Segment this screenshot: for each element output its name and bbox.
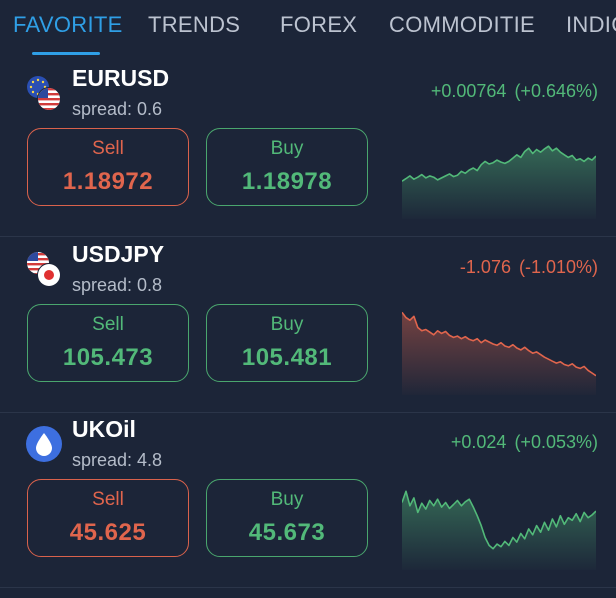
- buy-price: 45.673: [248, 519, 326, 546]
- tab-trends[interactable]: TRENDS: [148, 12, 240, 38]
- category-tabs: FAVORITE TRENDS FOREX COMMODITIE INDIC: [0, 0, 616, 60]
- buy-price: 1.18978: [241, 168, 333, 195]
- sell-price: 45.625: [69, 519, 147, 546]
- price-change-percent: (-1.010%): [518, 257, 598, 277]
- sell-button[interactable]: Sell 45.625: [27, 479, 189, 557]
- tab-favorite[interactable]: FAVORITE: [13, 12, 123, 38]
- price-change-percent: (+0.646%): [514, 81, 598, 101]
- buy-button[interactable]: Buy 45.673: [206, 479, 368, 557]
- active-tab-indicator: [32, 52, 100, 55]
- sell-button[interactable]: Sell 1.18972: [27, 128, 189, 206]
- tab-commodities[interactable]: COMMODITIE: [389, 12, 535, 38]
- price-change-percent: (+0.053%): [514, 432, 598, 452]
- price-change-absolute: -1.076: [459, 257, 511, 277]
- instrument-row-eurusd[interactable]: EURUSD spread: 0.6 +0.00764 (+0.646%) Sel…: [0, 61, 616, 237]
- instrument-symbol: USDJPY: [72, 241, 165, 267]
- app-root: FAVORITE TRENDS FOREX COMMODITIE INDIC: [0, 0, 616, 598]
- price-sparkline: [402, 311, 596, 395]
- price-sparkline: [402, 145, 596, 219]
- price-change-absolute: +0.00764: [430, 81, 507, 101]
- price-change: -1.076 (-1.010%): [460, 257, 598, 278]
- usd-jpy-flags-icon: [27, 252, 61, 287]
- sell-label: Sell: [92, 138, 124, 159]
- eur-usd-flags-icon: [27, 76, 61, 111]
- instrument-row-ukoil[interactable]: UKOil spread: 4.8 +0.024 (+0.053%) Sell 4…: [0, 412, 616, 588]
- price-change: +0.00764 (+0.646%): [431, 81, 598, 102]
- tab-forex[interactable]: FOREX: [280, 12, 357, 38]
- spread-value: spread: 0.6: [72, 99, 163, 119]
- sparkline-area: [402, 312, 596, 395]
- buy-label: Buy: [270, 489, 304, 510]
- sell-price: 1.18972: [62, 168, 154, 195]
- tab-indices[interactable]: INDIC: [566, 12, 616, 38]
- instrument-row-usdjpy[interactable]: USDJPY spread: 0.8 -1.076 (-1.010%) Sell …: [0, 237, 616, 413]
- sell-button[interactable]: Sell 105.473: [27, 304, 189, 382]
- spread-value: spread: 4.8: [72, 450, 163, 470]
- spread-value: spread: 0.8: [72, 275, 163, 295]
- sell-price: 105.473: [62, 344, 154, 371]
- buy-label: Buy: [270, 314, 304, 335]
- buy-button[interactable]: Buy 1.18978: [206, 128, 368, 206]
- buy-button[interactable]: Buy 105.481: [206, 304, 368, 382]
- sell-label: Sell: [92, 314, 124, 335]
- buy-price: 105.481: [241, 344, 333, 371]
- water-drop-icon: [26, 426, 62, 462]
- instrument-symbol: EURUSD: [72, 65, 170, 91]
- instrument-symbol: UKOil: [72, 416, 136, 442]
- sell-label: Sell: [92, 489, 124, 510]
- buy-label: Buy: [270, 138, 304, 159]
- price-sparkline: [402, 490, 596, 570]
- price-change-absolute: +0.024: [450, 432, 507, 452]
- row-divider: [0, 587, 616, 588]
- price-change: +0.024 (+0.053%): [451, 432, 598, 453]
